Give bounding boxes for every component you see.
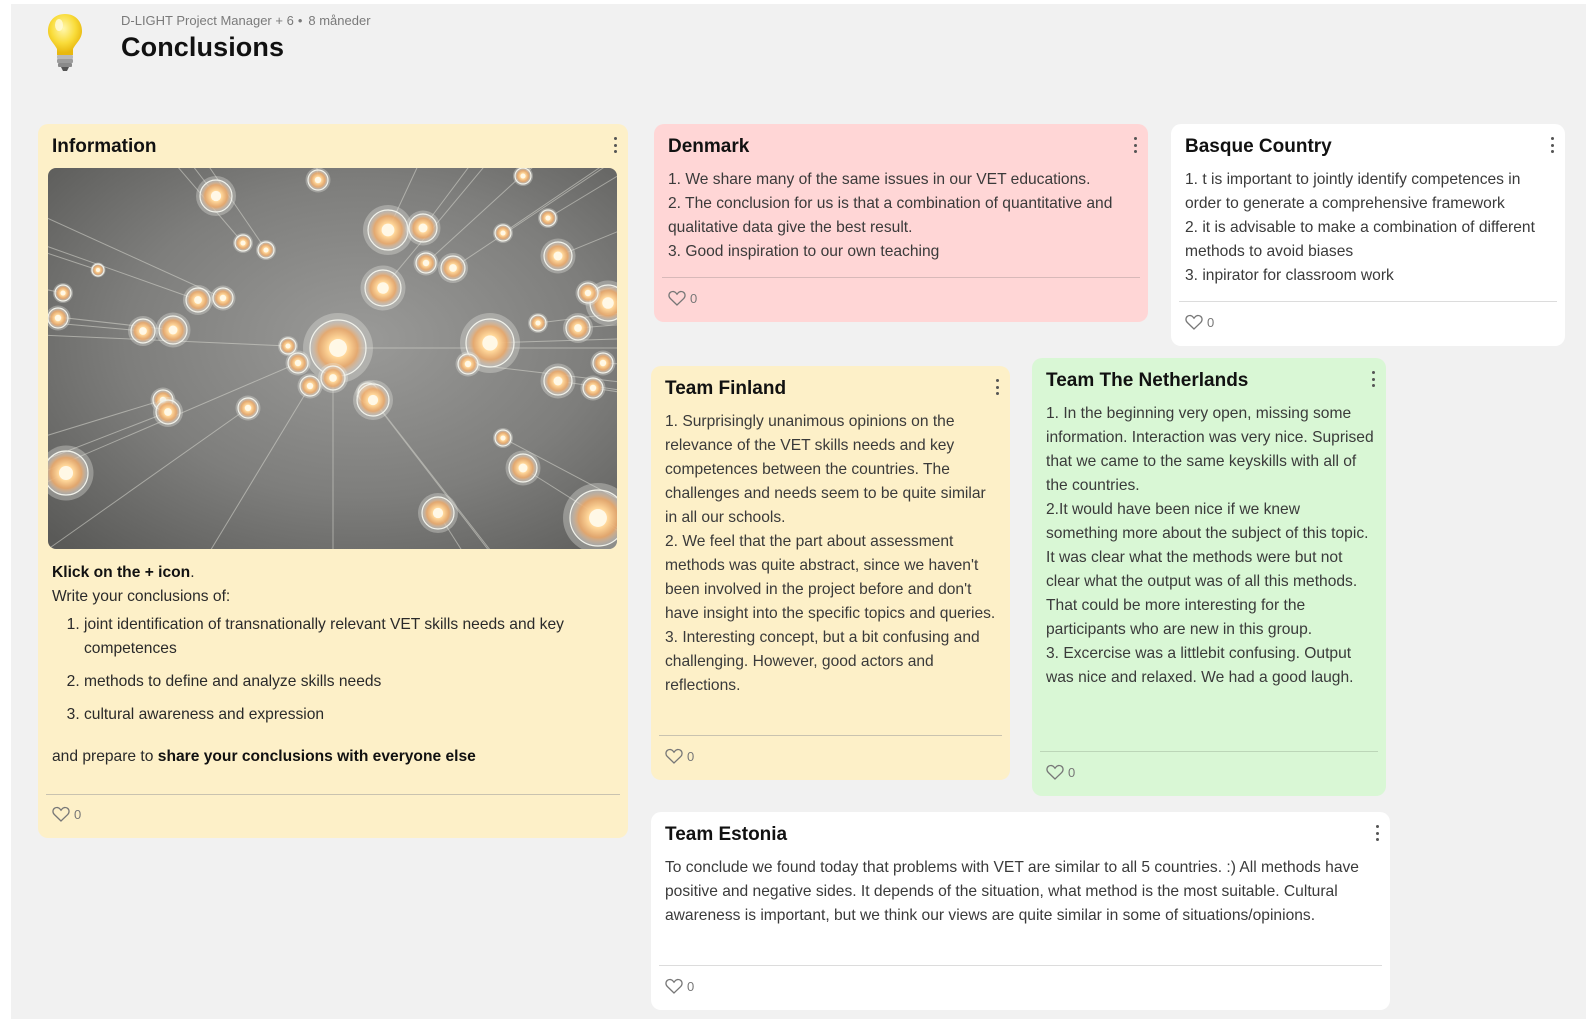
info-instruction-bold: Klick on the + icon (52, 564, 191, 581)
post-divider (1040, 751, 1378, 752)
more-options-icon[interactable] (612, 137, 618, 153)
post-line: 2. We feel that the part about assessmen… (665, 533, 996, 622)
info-share-text: and prepare to share your conclusions wi… (52, 745, 614, 769)
post-title: Information (52, 136, 157, 157)
post-body: 1. In the beginning very open, missing s… (1046, 402, 1376, 690)
post-line: 2. The conclusion for us is that a combi… (668, 195, 1113, 236)
post-line: 2.It would have been nice if we knew som… (1046, 501, 1369, 638)
post-body: 1. t is important to jointly identify co… (1185, 168, 1559, 288)
post-line: 1. We share many of the same issues in o… (668, 171, 1091, 188)
post-divider (659, 965, 1382, 966)
like-button[interactable]: 0 (665, 748, 694, 764)
post-line: To conclude we found today that problems… (665, 859, 1359, 924)
post-line: 3. inpirator for classroom work (1185, 267, 1394, 284)
post-body: 1. Surprisingly unanimous opinions on th… (665, 410, 998, 698)
heart-icon (665, 978, 683, 994)
post-body: 1. We share many of the same issues in o… (668, 168, 1138, 264)
heart-icon (1046, 764, 1064, 780)
post-line: 1. Surprisingly unanimous opinions on th… (665, 413, 986, 526)
list-item: cultural awareness and expression (84, 703, 614, 727)
more-options-icon[interactable] (1549, 137, 1555, 153)
post-title: Team Finland (665, 378, 787, 399)
like-button[interactable]: 0 (665, 978, 694, 994)
list-item: joint identification of transnationally … (84, 613, 614, 661)
post-card-denmark[interactable]: Denmark 1. We share many of the same iss… (654, 124, 1148, 322)
post-line: 3. Good inspiration to our own teaching (668, 243, 940, 260)
like-count: 0 (1207, 314, 1215, 330)
more-options-icon[interactable] (994, 379, 1000, 395)
page-title: Conclusions (121, 32, 285, 62)
heart-icon (668, 290, 686, 306)
post-line: 3. Interesting concept, but a bit confus… (665, 629, 980, 694)
more-options-icon[interactable] (1132, 137, 1138, 153)
heart-icon (665, 748, 683, 764)
info-instruction-period: . (190, 564, 195, 581)
more-options-icon[interactable] (1370, 371, 1376, 387)
padlet-board: D-LIGHT Project Manager + 6 • 8 måneder Co… (11, 4, 1586, 1019)
like-count: 0 (687, 978, 695, 994)
post-divider (659, 735, 1002, 736)
like-count: 0 (1068, 764, 1076, 780)
post-card-team-finland[interactable]: Team Finland 1. Surprisingly unanimous o… (651, 366, 1010, 780)
post-divider (46, 794, 620, 795)
post-title: Team Estonia (665, 824, 788, 845)
heart-icon (1185, 314, 1203, 330)
like-button[interactable]: 0 (52, 806, 81, 822)
board-author: D-LIGHT Project Manager + 6 (121, 13, 294, 28)
like-button[interactable]: 0 (668, 290, 697, 306)
post-title: Denmark (668, 136, 750, 157)
more-options-icon[interactable] (1374, 825, 1380, 841)
post-divider (1179, 301, 1557, 302)
post-divider (662, 277, 1140, 278)
post-card-basque-country[interactable]: Basque Country 1. t is important to join… (1171, 124, 1565, 346)
like-count: 0 (687, 748, 695, 764)
like-button[interactable]: 0 (1046, 764, 1075, 780)
share-bold: share your conclusions with everyone els… (157, 748, 476, 765)
heart-icon (52, 806, 70, 822)
post-line: 1. In the beginning very open, missing s… (1046, 405, 1374, 494)
post-line: 2. it is advisable to make a combination… (1185, 219, 1535, 260)
post-card-team-netherlands[interactable]: Team The Netherlands 1. In the beginning… (1032, 358, 1386, 796)
post-line: 1. t is important to jointly identify co… (1185, 171, 1521, 212)
post-title: Basque Country (1185, 136, 1332, 157)
post-image-lightbulbs[interactable] (48, 168, 617, 549)
share-prefix: and prepare to (52, 748, 158, 765)
board-header: D-LIGHT Project Manager + 6 • 8 måneder Co… (11, 4, 1586, 84)
post-body: To conclude we found today that problems… (665, 856, 1380, 928)
post-card-team-estonia[interactable]: Team Estonia To conclude we found today … (651, 812, 1390, 1010)
info-write-text: Write your conclusions of: (52, 588, 231, 605)
like-count: 0 (74, 806, 82, 822)
post-line: 3. Excercise was a littlebit confusing. … (1046, 645, 1354, 686)
board-age: 8 måneder (308, 13, 371, 28)
post-card-information[interactable]: Information Klick on the + icon. Write y… (38, 124, 628, 838)
post-body: Klick on the + icon. Write your conclusi… (52, 561, 614, 785)
lightbulb-icon (48, 14, 82, 71)
post-title: Team The Netherlands (1046, 370, 1249, 391)
meta-separator: • (297, 13, 303, 28)
list-item: methods to define and analyze skills nee… (84, 670, 614, 694)
like-button[interactable]: 0 (1185, 314, 1214, 330)
board-meta: D-LIGHT Project Manager + 6 • 8 måneder (121, 13, 371, 28)
like-count: 0 (690, 290, 698, 306)
info-topic-list: joint identification of transnationally … (52, 613, 614, 727)
